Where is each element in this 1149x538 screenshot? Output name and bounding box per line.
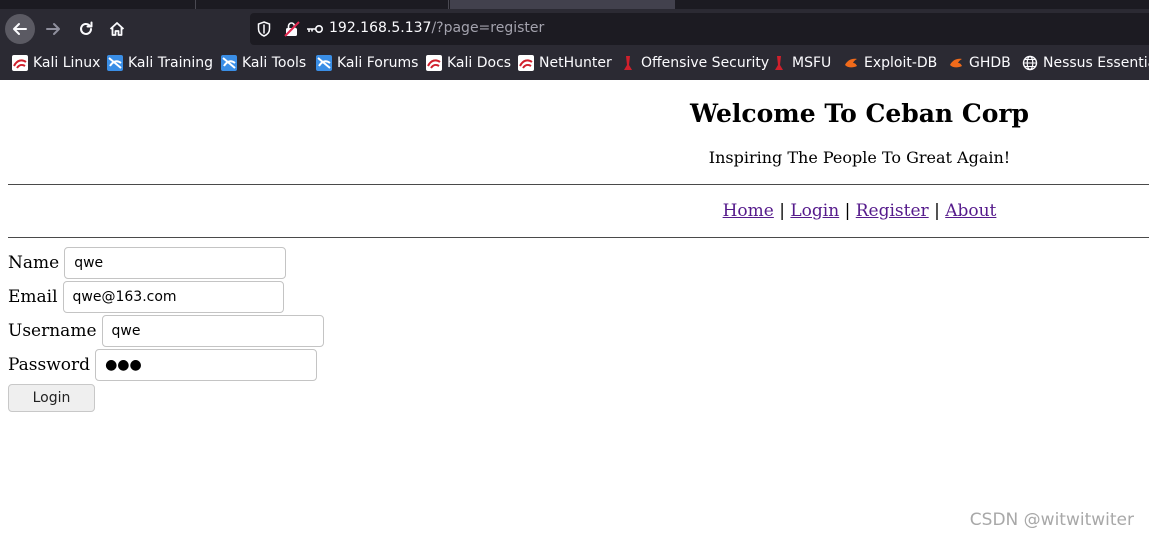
tab-active[interactable] <box>450 0 675 9</box>
username-label: Username <box>8 321 97 341</box>
bookmark-label: Kali Linux <box>33 55 101 71</box>
kali-blue-icon <box>316 55 332 71</box>
globe-icon <box>1022 55 1038 71</box>
arrow-left-icon <box>13 23 27 35</box>
password-row: Password ●●● <box>8 349 318 381</box>
url-text[interactable]: 192.168.5.137/?page=register <box>329 20 544 36</box>
navigation-toolbar: 192.168.5.137/?page=register <box>0 9 1149 47</box>
insecure-lock-icon[interactable] <box>284 21 300 37</box>
exploitdb-icon <box>843 55 859 71</box>
bookmark-kali-forums[interactable]: Kali Forums <box>316 55 418 71</box>
bookmark-label: Nessus Essentia <box>1043 55 1149 71</box>
browser-chrome: 192.168.5.137/?page=register Kali Linux … <box>0 0 1149 80</box>
back-button[interactable] <box>5 14 35 44</box>
offsec-icon <box>620 55 636 71</box>
bookmark-nessus[interactable]: Nessus Essentia <box>1022 55 1149 71</box>
email-row: Email qwe@163.com <box>8 281 284 313</box>
forward-button[interactable] <box>38 14 68 44</box>
username-input[interactable]: qwe <box>101 315 324 347</box>
tracking-shield-icon[interactable] <box>257 21 271 37</box>
home-button[interactable] <box>102 14 132 44</box>
site-nav: Home | Login | Register | About <box>570 201 1149 221</box>
url-path: /?page=register <box>431 20 545 36</box>
nav-link-home[interactable]: Home <box>723 201 774 221</box>
kali-blue-icon <box>221 55 237 71</box>
nav-separator: | <box>779 201 785 221</box>
bookmark-label: Kali Docs <box>447 55 512 71</box>
tab-strip <box>0 0 1149 9</box>
exploitdb-icon <box>948 55 964 71</box>
kali-blue-icon <box>107 55 123 71</box>
bookmark-label: Kali Forums <box>337 55 419 71</box>
bookmark-kali-docs[interactable]: Kali Docs <box>426 55 511 71</box>
url-host: 192.168.5.137 <box>329 20 432 36</box>
bookmark-nethunter[interactable]: NetHunter <box>518 55 612 71</box>
username-row: Username qwe <box>8 315 324 347</box>
url-bar[interactable]: 192.168.5.137/?page=register <box>250 13 1149 45</box>
reload-icon <box>80 21 93 35</box>
bookmark-label: NetHunter <box>539 55 612 71</box>
bookmark-msfu[interactable]: MSFU <box>771 55 831 71</box>
bookmark-label: Exploit-DB <box>864 55 938 71</box>
bookmark-label: Offensive Security <box>641 55 770 71</box>
nav-link-register[interactable]: Register <box>856 201 929 221</box>
kali-red-icon <box>518 55 534 71</box>
name-input[interactable]: qwe <box>64 247 287 279</box>
password-label: Password <box>8 355 91 375</box>
login-button[interactable]: Login <box>8 384 95 412</box>
bookmarks-toolbar: Kali Linux Kali Training Kali Tools Kali… <box>0 47 1149 80</box>
bookmark-ghdb[interactable]: GHDB <box>948 55 1011 71</box>
email-input[interactable]: qwe@163.com <box>62 281 284 313</box>
bookmark-kali-linux[interactable]: Kali Linux <box>12 55 100 71</box>
divider <box>8 237 1149 238</box>
page-content: Welcome To Ceban Corp Inspiring The Peop… <box>0 80 1149 538</box>
bookmark-label: Kali Training <box>128 55 213 71</box>
page-subtitle: Inspiring The People To Great Again! <box>708 148 1011 167</box>
reload-button[interactable] <box>71 14 101 44</box>
password-input[interactable]: ●●● <box>95 349 318 381</box>
kali-red-icon <box>426 55 442 71</box>
bookmark-label: GHDB <box>969 55 1011 71</box>
bookmark-exploit-db[interactable]: Exploit-DB <box>843 55 937 71</box>
page-title: Welcome To Ceban Corp <box>689 99 1030 128</box>
key-icon[interactable] <box>306 24 324 34</box>
tab-inactive[interactable] <box>0 0 196 9</box>
tab-inactive[interactable] <box>196 0 449 9</box>
bookmark-kali-tools[interactable]: Kali Tools <box>221 55 306 71</box>
home-icon <box>109 22 125 36</box>
bookmark-kali-training[interactable]: Kali Training <box>107 55 213 71</box>
name-row: Name qwe <box>8 247 287 279</box>
watermark: CSDN @witwitwiter <box>969 510 1134 530</box>
nav-link-login[interactable]: Login <box>790 201 839 221</box>
nav-separator: | <box>934 201 940 221</box>
nav-link-about[interactable]: About <box>945 201 996 221</box>
name-label: Name <box>8 253 60 273</box>
bookmark-label: MSFU <box>792 55 832 71</box>
bookmark-label: Kali Tools <box>242 55 307 71</box>
divider <box>8 184 1149 185</box>
arrow-right-icon <box>46 23 60 35</box>
email-label: Email <box>8 287 58 307</box>
offsec-icon <box>771 55 787 71</box>
nav-separator: | <box>844 201 851 221</box>
kali-red-icon <box>12 55 28 71</box>
bookmark-offensive-security[interactable]: Offensive Security <box>620 55 769 71</box>
